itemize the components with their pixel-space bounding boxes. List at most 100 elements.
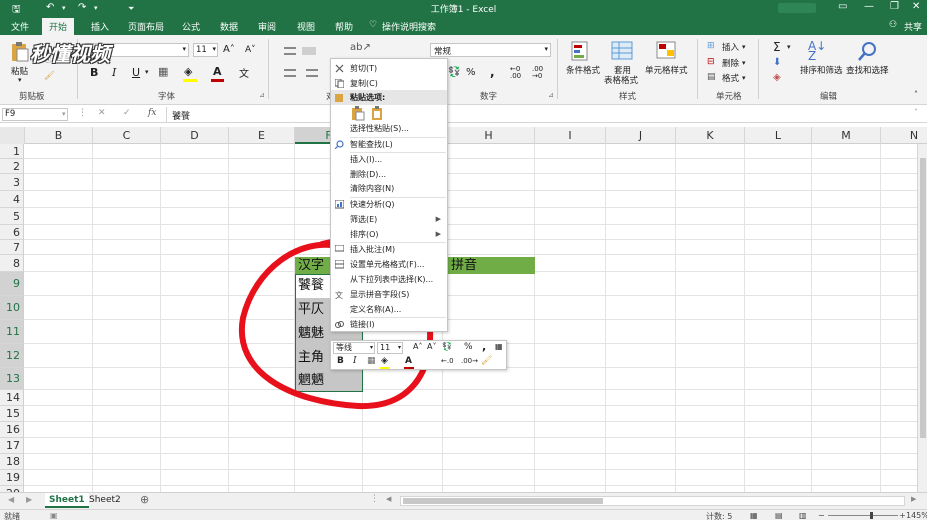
- format-as-table-icon[interactable]: [611, 40, 635, 62]
- grow-font-icon[interactable]: A˄: [223, 44, 235, 55]
- insert-dropdown-icon[interactable]: ▾: [742, 43, 746, 51]
- bold-icon[interactable]: B: [90, 66, 98, 79]
- restore-icon[interactable]: ❐: [890, 1, 899, 12]
- orientation-icon[interactable]: ab↗: [350, 42, 371, 53]
- menu-item-quick-analysis[interactable]: 快速分析(Q): [331, 197, 447, 212]
- row-header[interactable]: 3: [0, 174, 24, 191]
- hscroll-thumb[interactable]: [403, 498, 603, 504]
- normal-view-icon[interactable]: ▦: [750, 511, 758, 520]
- delete-cells-icon[interactable]: ⊟: [707, 57, 715, 67]
- mini-percent-icon[interactable]: %: [464, 342, 473, 352]
- close-icon[interactable]: ✕: [912, 1, 920, 12]
- decrease-decimal-icon[interactable]: .00 →0: [532, 66, 543, 80]
- conditional-formatting-icon[interactable]: [571, 40, 593, 62]
- zoom-out-icon[interactable]: −: [818, 511, 825, 520]
- column-header[interactable]: L: [745, 127, 812, 144]
- menu-item-smart-lookup[interactable]: 智能查找(L): [331, 137, 447, 152]
- insert-cells-button[interactable]: 插入: [722, 41, 739, 53]
- percent-icon[interactable]: %: [466, 67, 476, 78]
- zoom-slider[interactable]: [828, 515, 898, 516]
- row-header[interactable]: 17: [0, 438, 24, 454]
- find-select-icon[interactable]: [857, 40, 879, 62]
- row-header[interactable]: 18: [0, 454, 24, 470]
- expand-formula-bar-icon[interactable]: ˅: [914, 108, 918, 117]
- menu-item-cut[interactable]: 剪切(T): [331, 61, 447, 76]
- menu-item-format-cells[interactable]: 设置单元格格式(F)...: [331, 257, 447, 272]
- mini-font-combo[interactable]: 等线 ▾: [333, 342, 375, 354]
- hscroll-right-icon[interactable]: ▶: [911, 495, 916, 503]
- column-header[interactable]: I: [535, 127, 606, 144]
- row-header[interactable]: 6: [0, 225, 24, 240]
- tab-insert[interactable]: 插入: [91, 20, 109, 33]
- number-format-combo[interactable]: 常规 ▾: [430, 43, 551, 57]
- paste-dropdown-icon[interactable]: ▾: [18, 76, 22, 84]
- row-header[interactable]: 1: [0, 144, 24, 159]
- mini-font-color-icon[interactable]: A: [405, 356, 412, 366]
- mini-increase-decimal-icon[interactable]: ←.0: [441, 357, 454, 365]
- name-box[interactable]: F9: [2, 108, 68, 121]
- sort-filter-button[interactable]: 排序和筛选: [800, 64, 843, 76]
- phonetic-guide-icon[interactable]: 文: [239, 65, 249, 80]
- mini-accounting-icon[interactable]: 💱: [442, 342, 452, 351]
- split-handle[interactable]: ⋮: [370, 494, 379, 504]
- underline-icon[interactable]: U: [132, 66, 140, 79]
- tell-me-search[interactable]: 操作说明搜索: [382, 20, 436, 33]
- row-header[interactable]: 19: [0, 470, 24, 486]
- column-header[interactable]: J: [606, 127, 676, 144]
- row-header[interactable]: 15: [0, 406, 24, 422]
- format-cells-button[interactable]: 格式: [722, 72, 739, 84]
- mini-comma-icon[interactable]: ,: [482, 340, 486, 353]
- scroll-sheets-right-icon[interactable]: ▶: [26, 495, 32, 504]
- font-size-combo[interactable]: 11 ▾: [193, 43, 218, 57]
- tab-data[interactable]: 数据: [220, 20, 238, 33]
- menu-item-phonetic[interactable]: 文显示拼音字段(S): [331, 287, 447, 302]
- mini-borders-icon[interactable]: ▦: [367, 356, 376, 366]
- page-break-view-icon[interactable]: ▥: [799, 511, 807, 520]
- font-color-icon[interactable]: A: [213, 65, 222, 78]
- mini-format-painter-icon[interactable]: ▦: [495, 342, 503, 351]
- vscroll-thumb[interactable]: [920, 158, 926, 438]
- row-header[interactable]: 4: [0, 191, 24, 208]
- column-header[interactable]: B: [25, 127, 93, 144]
- mini-grow-font-icon[interactable]: A˄: [413, 342, 422, 351]
- comma-style-icon[interactable]: ,: [490, 65, 495, 79]
- page-layout-view-icon[interactable]: ▤: [775, 511, 783, 520]
- menu-item-delete[interactable]: 删除(D)...: [331, 167, 447, 182]
- row-header[interactable]: 14: [0, 390, 24, 406]
- column-header[interactable]: M: [812, 127, 881, 144]
- underline-dropdown-icon[interactable]: ▾: [145, 68, 149, 76]
- format-cells-icon[interactable]: ▤: [707, 72, 716, 82]
- find-select-button[interactable]: 查找和选择: [846, 64, 889, 76]
- share-icon[interactable]: ⚇: [889, 20, 897, 30]
- collapse-ribbon-icon[interactable]: ˄: [914, 90, 918, 99]
- clear-icon[interactable]: ◈: [773, 72, 781, 83]
- format-as-table-button-line2[interactable]: 表格格式: [604, 74, 638, 86]
- accounting-format-icon[interactable]: 💱: [448, 67, 460, 78]
- menu-item-filter[interactable]: 筛选(E) ▶: [331, 212, 447, 227]
- tab-help[interactable]: 帮助: [335, 20, 353, 33]
- align-center-icon[interactable]: [306, 69, 318, 77]
- top-align-icon[interactable]: [284, 47, 296, 55]
- row-header[interactable]: 7: [0, 240, 24, 255]
- menu-item-sort[interactable]: 排序(O) ▶: [331, 227, 447, 242]
- menu-item-insert[interactable]: 插入(I)...: [331, 152, 447, 167]
- tab-formulas[interactable]: 公式: [182, 20, 200, 33]
- ribbon-display-icon[interactable]: ▭: [838, 1, 847, 12]
- lightbulb-icon[interactable]: ♡: [369, 20, 377, 30]
- menu-item-link[interactable]: 链接(I): [331, 317, 447, 332]
- mini-shrink-font-icon[interactable]: A˅: [427, 342, 436, 351]
- minimize-icon[interactable]: —: [864, 1, 874, 12]
- mini-format-painter-brush-icon[interactable]: 🖌: [481, 356, 492, 366]
- autosum-dropdown-icon[interactable]: ▾: [787, 43, 791, 51]
- fill-icon[interactable]: ⬇: [773, 57, 781, 68]
- mini-decrease-decimal-icon[interactable]: .00→: [461, 357, 478, 365]
- menu-item-define-name[interactable]: 定义名称(A)...: [331, 302, 447, 317]
- tab-home[interactable]: 开始: [42, 18, 75, 35]
- zoom-slider-thumb[interactable]: [870, 512, 873, 519]
- cell-h8[interactable]: 拼音: [443, 257, 535, 274]
- middle-align-icon[interactable]: [302, 47, 316, 55]
- delete-cells-button[interactable]: 删除: [722, 57, 739, 69]
- cancel-entry-icon[interactable]: ✕: [98, 108, 106, 118]
- row-header[interactable]: 5: [0, 208, 24, 225]
- tab-review[interactable]: 审阅: [258, 20, 276, 33]
